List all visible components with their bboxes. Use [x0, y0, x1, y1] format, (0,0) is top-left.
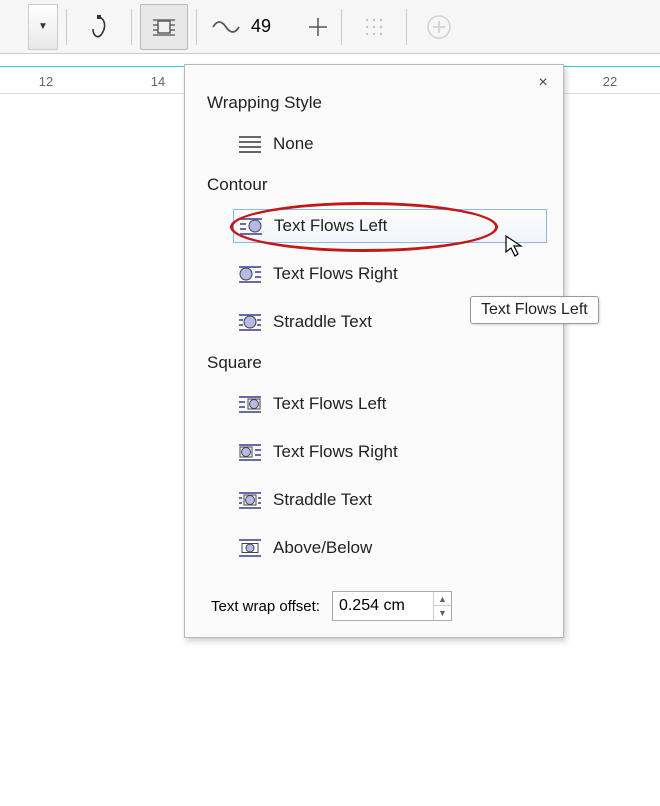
square-above-below-icon: [237, 537, 263, 559]
wrap-none-item[interactable]: None: [233, 127, 547, 161]
shape-node-icon: [87, 13, 111, 41]
crosshair-icon[interactable]: [309, 18, 327, 36]
wrapping-style-header: Wrapping Style: [207, 93, 547, 113]
rotation-group: [205, 12, 333, 42]
tooltip: Text Flows Left: [470, 296, 599, 324]
square-straddle-item[interactable]: Straddle Text: [233, 483, 547, 517]
contour-left-icon: [238, 215, 264, 237]
cursor-arrow-icon: [504, 234, 524, 258]
item-label: Text Flows Right: [273, 442, 398, 462]
square-straddle-icon: [237, 489, 263, 511]
edit-shape-button[interactable]: [75, 4, 123, 50]
square-above-below-item[interactable]: Above/Below: [233, 531, 547, 565]
close-icon[interactable]: ×: [533, 73, 553, 93]
wave-angle-icon: [211, 17, 241, 37]
item-label: Text Flows Right: [273, 264, 398, 284]
contour-text-flows-left-item[interactable]: Text Flows Left: [233, 209, 547, 243]
toolbar-separator: [341, 9, 342, 45]
toolbar: ▼: [0, 0, 660, 54]
square-left-icon: [237, 393, 263, 415]
item-label: Straddle Text: [273, 312, 372, 332]
toolbar-separator: [406, 9, 407, 45]
offset-input-wrap: ▲ ▼: [332, 591, 452, 621]
grid-snap-button: [350, 4, 398, 50]
toolbar-separator: [196, 9, 197, 45]
contour-text-flows-right-item[interactable]: Text Flows Right: [233, 257, 547, 291]
offset-label: Text wrap offset:: [211, 598, 320, 615]
plus-circle-icon: [426, 14, 452, 40]
rotation-input[interactable]: [247, 12, 303, 42]
toolbar-separator: [131, 9, 132, 45]
ruler-tick: 12: [39, 74, 53, 89]
offset-spinner[interactable]: ▲ ▼: [433, 592, 451, 620]
text-wrap-offset-row: Text wrap offset: ▲ ▼: [207, 585, 547, 623]
square-header: Square: [207, 353, 547, 373]
contour-straddle-icon: [237, 311, 263, 333]
square-text-flows-left-item[interactable]: Text Flows Left: [233, 387, 547, 421]
spinner-down-icon[interactable]: ▼: [434, 606, 451, 620]
lines-icon: [237, 133, 263, 155]
ruler-tick: 14: [151, 74, 165, 89]
add-button: [415, 4, 463, 50]
item-label: Above/Below: [273, 538, 372, 558]
contour-right-icon: [237, 263, 263, 285]
wrap-text-button[interactable]: [140, 4, 188, 50]
square-text-flows-right-item[interactable]: Text Flows Right: [233, 435, 547, 469]
contour-header: Contour: [207, 175, 547, 195]
item-label: Text Flows Left: [274, 216, 387, 236]
item-label: Straddle Text: [273, 490, 372, 510]
item-label: None: [273, 134, 314, 154]
offset-input[interactable]: [333, 597, 433, 615]
wrap-text-icon: [151, 16, 177, 38]
grid-dots-icon: [363, 16, 385, 38]
toolbar-leading-button[interactable]: [4, 4, 26, 50]
toolbar-dropdown-arrow[interactable]: ▼: [28, 4, 58, 50]
square-right-icon: [237, 441, 263, 463]
toolbar-separator: [66, 9, 67, 45]
ruler-tick: 22: [603, 74, 617, 89]
item-label: Text Flows Left: [273, 394, 386, 414]
spinner-up-icon[interactable]: ▲: [434, 592, 451, 606]
wrap-style-panel: × Wrapping Style None Contour Text Flows…: [184, 64, 564, 638]
